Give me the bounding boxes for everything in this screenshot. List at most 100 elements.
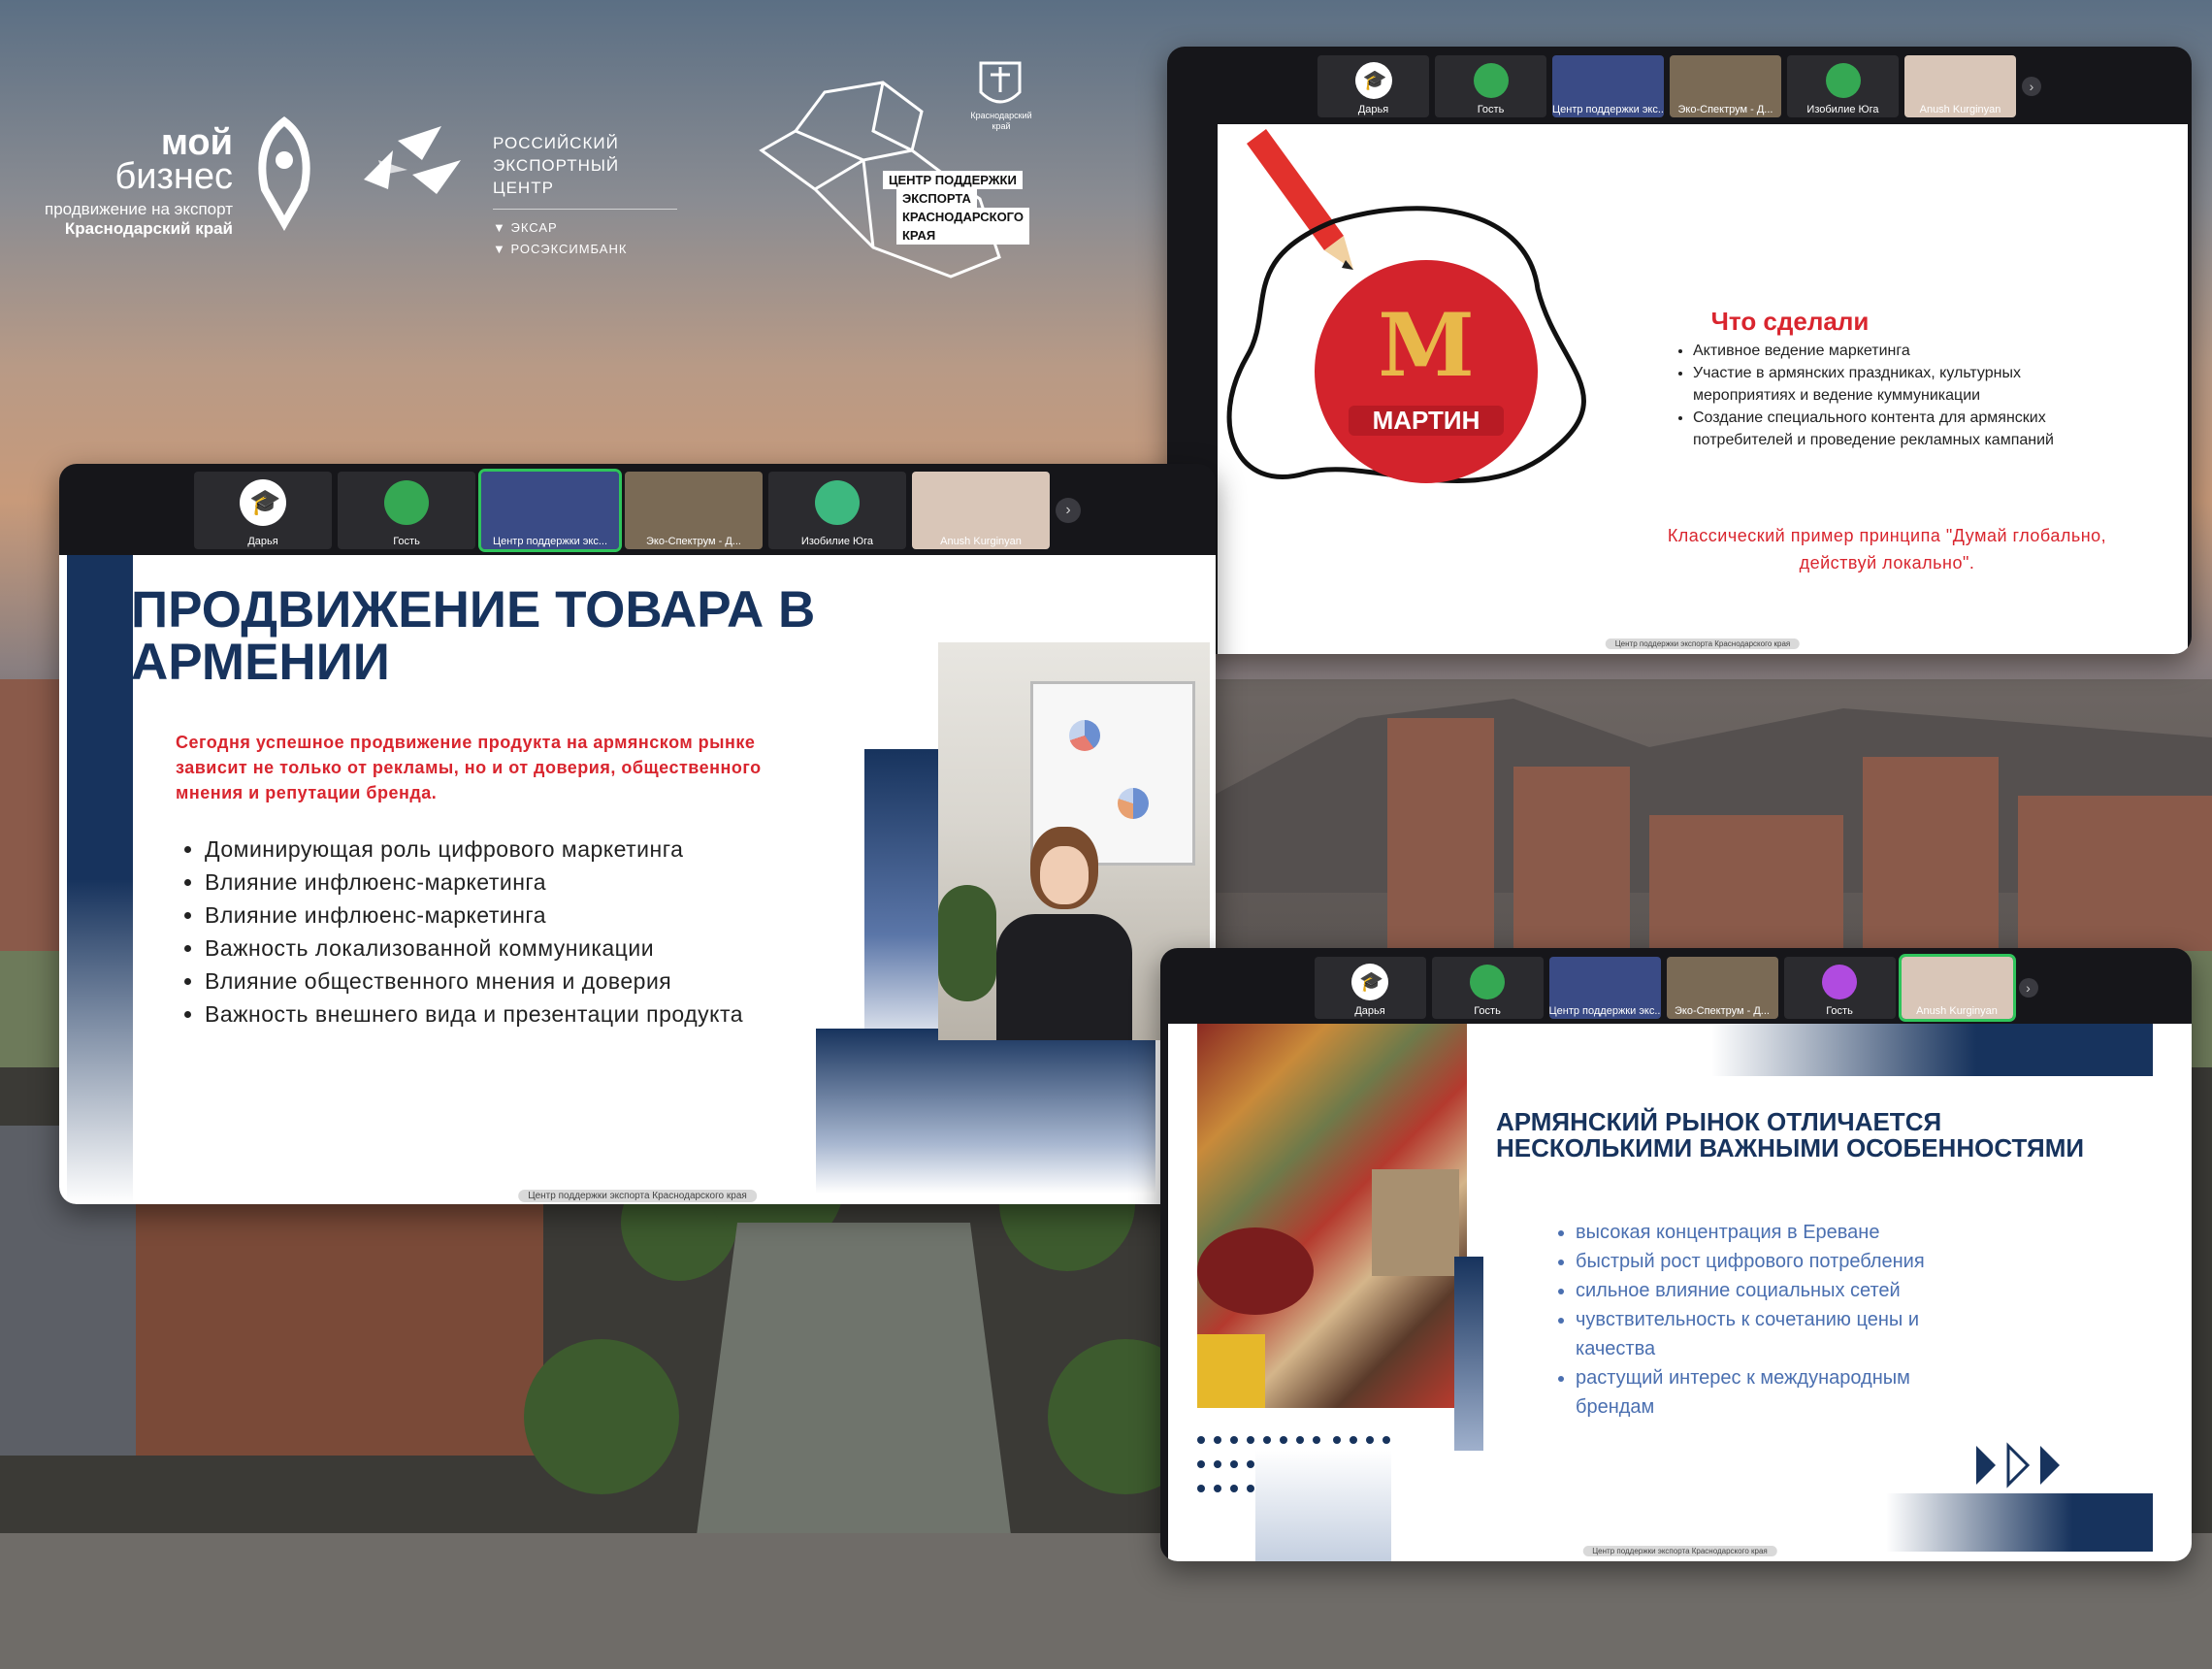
martin-logo: М МАРТИН <box>1315 260 1538 483</box>
next-participants-button[interactable]: › <box>2022 77 2041 96</box>
person-figure <box>992 827 1137 1040</box>
moy-biznes-sub1: продвижение на экспорт <box>45 200 233 218</box>
list-item: чувствительность к сочетанию цены и каче… <box>1576 1305 1964 1363</box>
kuban-emblem-icon <box>979 61 1022 104</box>
avatar <box>1473 62 1509 98</box>
navy-panel <box>864 749 942 1060</box>
exar-text: ЭКСАР <box>510 220 558 235</box>
next-participants-button[interactable]: › <box>2018 978 2038 998</box>
participant-tile[interactable]: 🎓 Дарья <box>1317 55 1429 117</box>
participant-tile[interactable]: Центр поддержки экс... <box>1552 55 1664 117</box>
list-item: Создание специального контента для армян… <box>1693 407 2100 451</box>
participant-strip: 🎓 Дарья Гость Центр поддержки экс... Эко-… <box>59 464 1216 552</box>
slide-caption: Центр поддержки экспорта Краснодарского … <box>1605 638 1801 649</box>
participant-strip: 🎓 Дарья Гость Центр поддержки экс... Эко-… <box>1167 47 2192 120</box>
slide-martin: М МАРТИН Что сделали Активное ведение ма… <box>1218 124 2188 654</box>
market-title: АРМЯНСКИЙ РЫНОК ОТЛИЧАЕТСЯ НЕСКОЛЬКИМИ В… <box>1496 1109 2156 1162</box>
slide-caption: Центр поддержки экспорта Краснодарского … <box>1582 1546 1777 1556</box>
pie-icon <box>1069 720 1100 751</box>
rec-line2: ЭКСПОРТНЫЙ ЦЕНТР <box>493 156 620 197</box>
avatar <box>1470 964 1505 999</box>
participant-strip: 🎓 Дарья Гость Центр поддержки экс... Эко-… <box>1160 948 2192 1022</box>
participant-tile[interactable]: Изобилие Юга <box>1787 55 1899 117</box>
rec-divider <box>493 209 677 210</box>
participant-tile[interactable]: Центр поддержки экс... <box>478 469 622 552</box>
slide-market: АРМЯНСКИЙ РЫНОК ОТЛИЧАЕТСЯ НЕСКОЛЬКИМИ В… <box>1168 1024 2192 1561</box>
participant-tile[interactable]: Гость <box>338 472 475 549</box>
participant-tile[interactable]: Эко-Спектрум - Д... <box>1670 55 1781 117</box>
moy-biznes-line1: мой <box>160 122 233 163</box>
rocket-icon <box>258 116 310 232</box>
participant-name: Центр поддержки экс... <box>1552 104 1664 115</box>
rec-line1: РОССИЙСКИЙ <box>493 134 619 152</box>
avatar <box>1822 964 1857 999</box>
navy-top-bar <box>1711 1024 2153 1076</box>
navy-bottom-bar <box>1886 1493 2153 1552</box>
martin-quote: Классический пример принципа "Думай глоб… <box>1667 526 2107 573</box>
next-participants-button[interactable]: › <box>1056 498 1081 523</box>
participant-name: Гость <box>1477 104 1505 115</box>
rec-logo-text: РОССИЙСКИЙ ЭКСПОРТНЫЙ ЦЕНТР ▼ ЭКСАР ▼ РО… <box>493 132 677 260</box>
participant-tile[interactable]: Эко-Спектрум - Д... <box>625 472 763 549</box>
martin-title: Что сделали <box>1710 307 1870 336</box>
martin-letter: М <box>1378 294 1475 397</box>
martin-bullets: Активное ведение маркетинга Участие в ар… <box>1674 340 2100 451</box>
participant-name: Гость <box>393 536 420 547</box>
participant-name: Центр поддержки экс... <box>492 536 608 547</box>
moy-biznes-logo: мой бизнес продвижение на экспорт Красно… <box>39 122 233 239</box>
participant-name: Изобилие Юга <box>1806 104 1879 115</box>
participant-tile[interactable]: Гость <box>1431 957 1544 1019</box>
center-line3: КРАСНОДАРСКОГО КРАЯ <box>896 208 1029 245</box>
participant-tile[interactable]: Гость <box>1435 55 1546 117</box>
slide-title: ПРОДВИЖЕНИЕ ТОВАРА В АРМЕНИИ <box>131 581 816 691</box>
participant-name: Эко-Спектрум - Д... <box>1675 1005 1770 1017</box>
list-item: Важность локализованной коммуникации <box>205 932 855 965</box>
participant-name: Дарья <box>1357 104 1389 115</box>
participant-tile[interactable]: Центр поддержки экс... <box>1548 957 1661 1019</box>
participant-name: Anush Kurginyan <box>940 536 1022 547</box>
list-item: Важность внешнего вида и презентации про… <box>205 998 855 1031</box>
list-item: быстрый рост цифрового потребления <box>1576 1247 1964 1276</box>
center-logo-label: ЦЕНТР ПОДДЕРЖКИ ЭКСПОРТА КРАСНОДАРСКОГО … <box>883 171 1029 245</box>
participant-name: Гость <box>1474 1005 1501 1017</box>
market-collage <box>1197 1024 1467 1408</box>
market-title-line2: НЕСКОЛЬКИМИ ВАЖНЫМИ ОСОБЕННОСТЯМИ <box>1496 1133 2085 1162</box>
promo-bullets: Доминирующая роль цифрового маркетинга В… <box>176 833 855 1031</box>
arrows-icon <box>1976 1442 2060 1489</box>
list-item: Влияние общественного мнения и доверия <box>205 965 855 998</box>
participant-tile[interactable]: Anush Kurginyan <box>1904 55 2016 117</box>
pie-icon <box>1118 788 1149 819</box>
participant-tile[interactable]: 🎓 Дарья <box>1314 957 1426 1019</box>
list-item: Участие в армянских праздниках, культурн… <box>1693 362 2100 407</box>
moy-biznes-line2: бизнес <box>114 156 233 197</box>
participant-tile[interactable]: Эко-Спектрум - Д... <box>1666 957 1778 1019</box>
plant <box>938 885 996 1001</box>
avatar <box>1825 62 1861 98</box>
participant-name: Гость <box>1826 1005 1853 1017</box>
list-item: Активное ведение маркетинга <box>1693 340 2100 362</box>
slide-lead: Сегодня успешное продвижение продукта на… <box>176 733 762 802</box>
list-item: Влияние инфлюенс-маркетинга <box>205 899 855 932</box>
participant-name: Anush Kurginyan <box>1919 104 2001 115</box>
market-title-line1: АРМЯНСКИЙ РЫНОК ОТЛИЧАЕТСЯ <box>1496 1107 1942 1136</box>
participant-tile[interactable]: Anush Kurginyan <box>912 472 1050 549</box>
rec-logo-icon <box>364 126 461 194</box>
participant-tile[interactable]: Anush Kurginyan <box>1898 954 2016 1022</box>
avatar <box>384 480 429 525</box>
fade-panel <box>1255 1451 1391 1561</box>
list-item: Влияние инфлюенс-маркетинга <box>205 866 855 899</box>
exar-label: ▼ ЭКСАР <box>493 220 558 235</box>
avatar: 🎓 <box>1354 61 1392 99</box>
participant-tile[interactable]: 🎓 Дарья <box>194 472 332 549</box>
zoom-window-market: 🎓 Дарья Гость Центр поддержки экс... Эко-… <box>1160 948 2192 1561</box>
participant-tile[interactable]: Гость <box>1783 957 1896 1019</box>
participant-tile[interactable]: Изобилие Юга <box>768 472 906 549</box>
roseximbank-text: РОСЭКСИМБАНК <box>510 242 628 256</box>
participant-name: Anush Kurginyan <box>1916 1005 1998 1017</box>
slide-caption: Центр поддержки экспорта Краснодарского … <box>518 1190 757 1202</box>
navy-accent-bar <box>1454 1257 1483 1451</box>
kuban-caption: Краснодарский край <box>970 111 1032 131</box>
center-line1: ЦЕНТР ПОДДЕРЖКИ <box>883 171 1023 189</box>
market-bullets: высокая концентрация в Ереване быстрый р… <box>1556 1218 1964 1422</box>
list-item: растущий интерес к международным брендам <box>1576 1363 1964 1422</box>
